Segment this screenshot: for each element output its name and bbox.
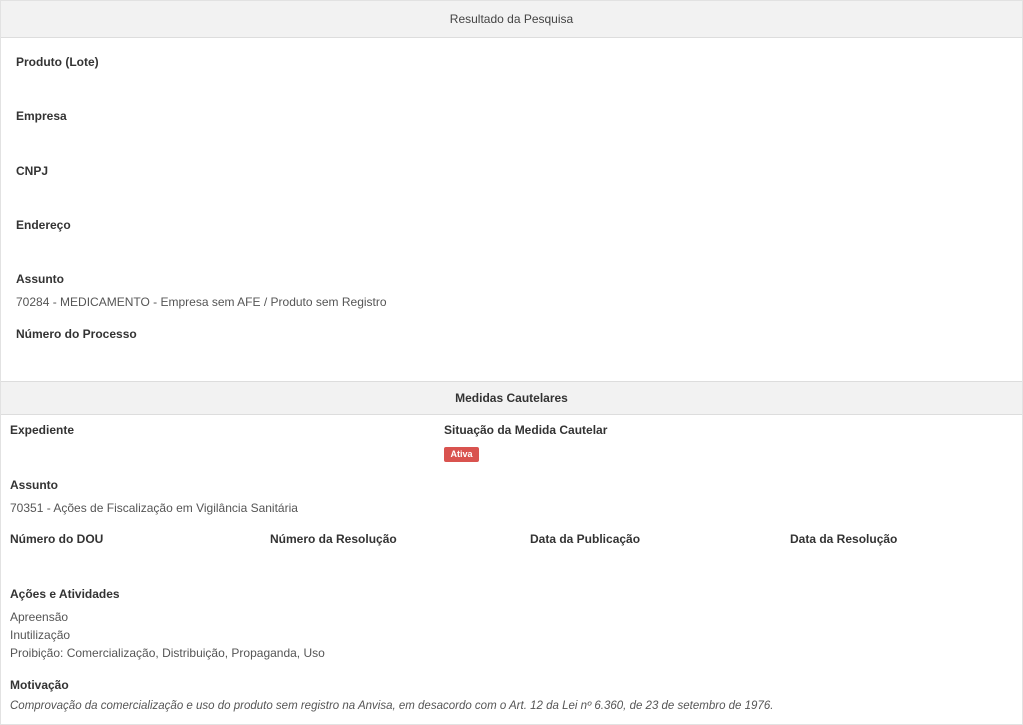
endereco-label: Endereço	[16, 218, 71, 232]
status-badge: Ativa	[444, 447, 479, 462]
medidas-cautelares-header: Medidas Cautelares	[1, 381, 1022, 415]
motivacao-label: Motivação	[10, 678, 69, 692]
assunto-label: Assunto	[16, 272, 64, 286]
medida-assunto-value: 70351 - Ações de Fiscalização em Vigilân…	[10, 501, 298, 515]
medida-assunto-label: Assunto	[10, 478, 58, 492]
numero-processo-label: Número do Processo	[16, 327, 137, 341]
cnpj-label: CNPJ	[16, 164, 49, 178]
acoes-label: Ações e Atividades	[10, 587, 120, 601]
data-publicacao-label: Data da Publicação	[530, 532, 641, 546]
empresa-label: Empresa	[16, 109, 67, 123]
data-resolucao-label: Data da Resolução	[790, 532, 898, 546]
acao-item: Inutilização	[10, 628, 71, 642]
produto-label: Produto (Lote)	[16, 55, 99, 69]
motivacao-value: Comprovação da comercialização e uso do …	[10, 700, 774, 712]
expediente-label: Expediente	[10, 423, 75, 437]
assunto-value: 70284 - MEDICAMENTO - Empresa sem AFE / …	[16, 295, 387, 309]
situacao-label: Situação da Medida Cautelar	[444, 423, 608, 437]
acao-item: Apreensão	[10, 610, 69, 624]
results-header: Resultado da Pesquisa	[1, 1, 1022, 38]
numero-resolucao-label: Número da Resolução	[270, 532, 397, 546]
acao-item: Proibição: Comercialização, Distribuição…	[10, 646, 325, 660]
result-panel: Resultado da Pesquisa Produto (Lote) Emp…	[0, 0, 1023, 725]
numero-dou-label: Número do DOU	[10, 532, 104, 546]
